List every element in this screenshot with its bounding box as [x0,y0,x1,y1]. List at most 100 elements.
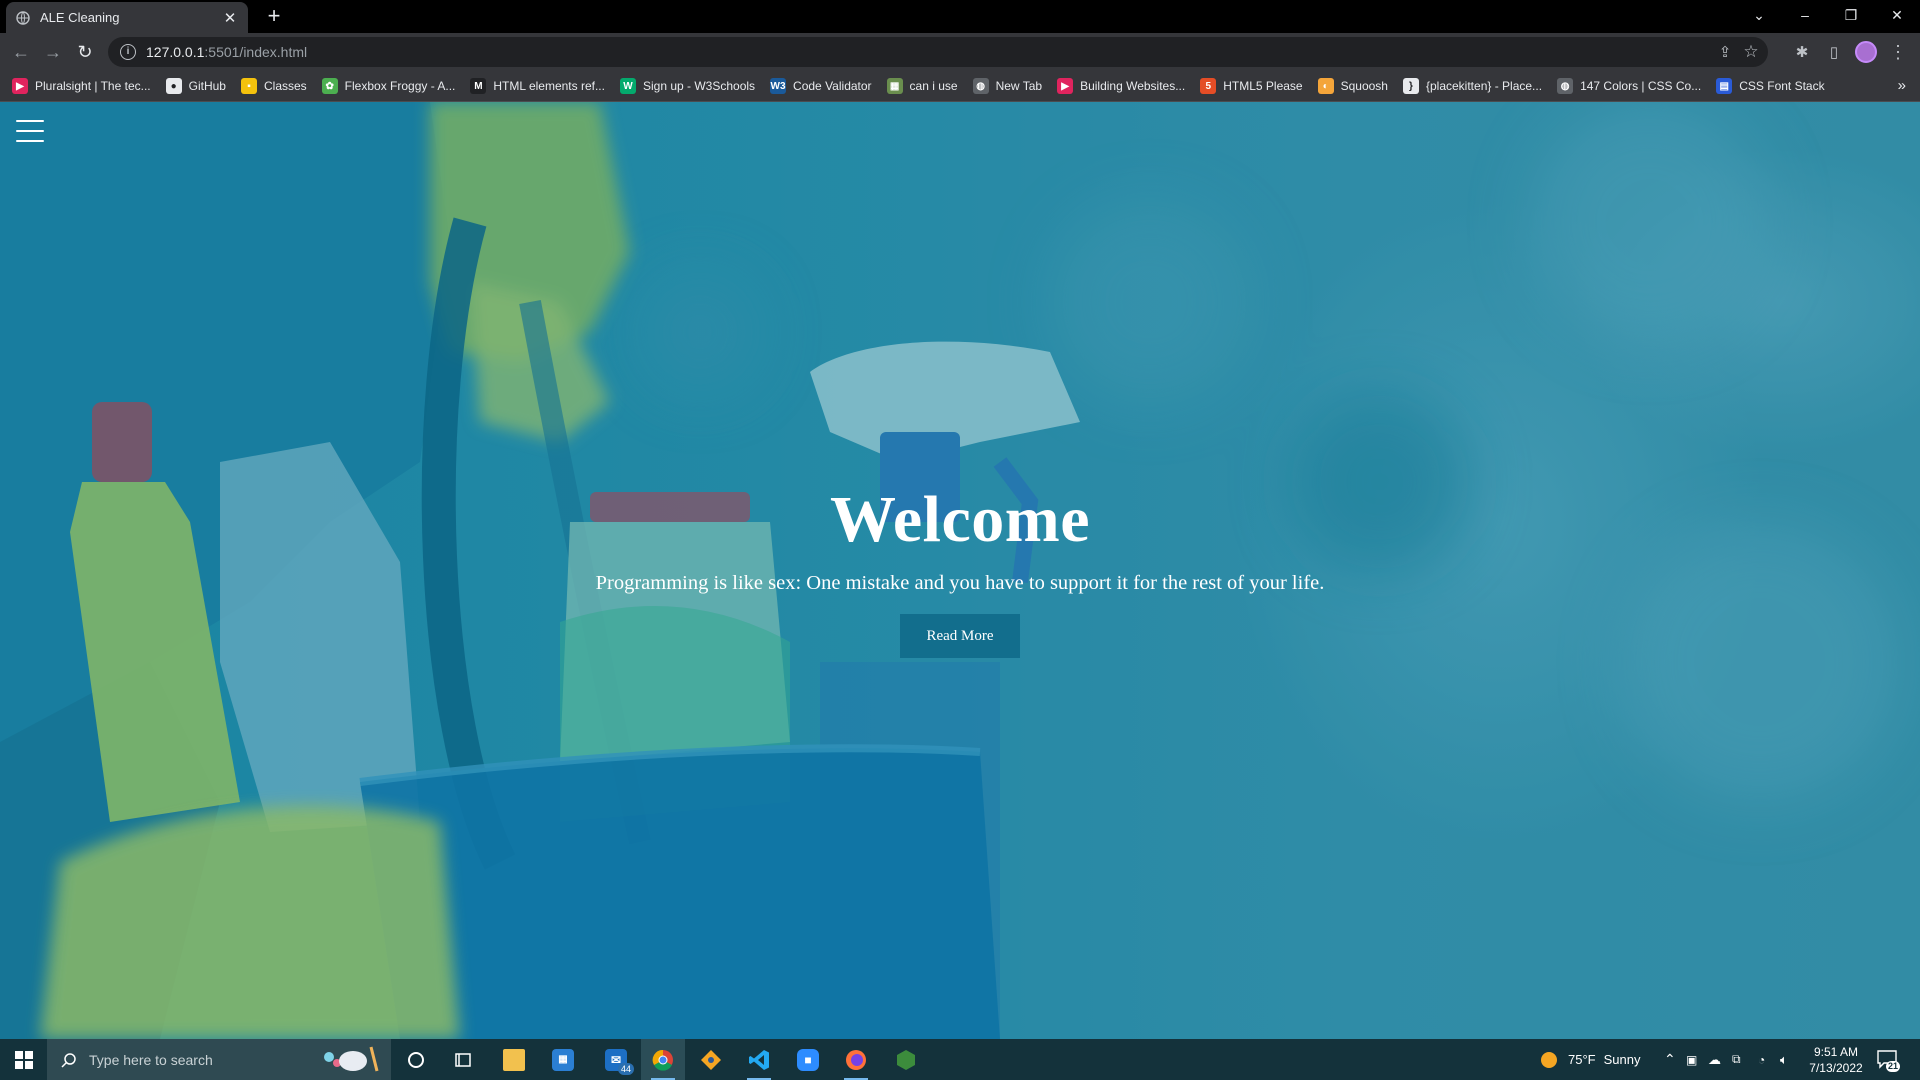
weather-condition: Sunny [1603,1052,1641,1067]
hamburger-menu-icon[interactable] [16,120,44,142]
globe-icon: ◍ [1557,78,1574,94]
reload-button[interactable]: ↻ [73,40,97,64]
bookmark-label: Code Validator [793,79,872,93]
taskbar-search-box[interactable]: Type here to search [47,1039,391,1080]
bookmark-item[interactable]: ◍ New Tab [972,78,1042,94]
start-button[interactable] [0,1039,47,1080]
bookmark-item[interactable]: ◐ Squoosh [1317,78,1388,94]
bookmark-star-icon[interactable]: ☆ [1738,37,1764,67]
vscode-icon [749,1049,769,1070]
bookmark-item[interactable]: M HTML elements ref... [470,78,605,94]
chrome-button[interactable] [641,1039,685,1080]
bookmark-item[interactable]: ● GitHub [165,78,226,94]
new-tab-button[interactable]: + [262,5,286,29]
html5-icon: 5 [1200,78,1217,94]
bookmark-label: Sign up - W3Schools [642,79,756,93]
bookmarks-bar: ▶ Pluralsight | The tec... ● GitHub ▪ Classes… [0,71,1920,102]
hamburger-line [16,120,44,122]
folder-icon [503,1048,525,1071]
cortana-button[interactable] [394,1039,438,1080]
task-view-button[interactable] [441,1039,485,1080]
vscode-button[interactable] [737,1039,781,1080]
bookmark-label: CSS Font Stack [1739,79,1825,93]
microsoft-store-button[interactable]: ▦ [541,1039,585,1080]
w3schools-icon: W [619,78,636,94]
bookmark-item[interactable]: ▤ CSS Font Stack [1716,78,1825,94]
clock-time: 9:51 AM [1813,1045,1859,1059]
bookmark-item[interactable]: } {placekitten} - Place... [1402,78,1543,94]
firefox-button[interactable] [834,1039,878,1080]
browser-tab[interactable]: ALE Cleaning ✕ [6,2,248,33]
notification-center-button[interactable]: 21 [1876,1048,1900,1072]
globe-icon: ◍ [972,78,989,94]
url-path: :5501/index.html [204,44,308,60]
network-share-icon[interactable]: ⧉ [1732,1039,1741,1080]
site-info-icon[interactable]: i [120,44,136,60]
close-window-button[interactable]: ✕ [1874,0,1920,30]
meet-now-icon[interactable]: ▣ [1686,1039,1697,1080]
bookmark-label: Squoosh [1340,79,1388,93]
chrome-icon [652,1049,673,1071]
bookmark-item[interactable]: ▶ Building Websites... [1057,78,1185,94]
wifi-icon[interactable]: ◔ [1758,1039,1765,1080]
github-icon: ● [165,78,182,94]
file-explorer-button[interactable] [492,1039,536,1080]
bookmark-item[interactable]: W3 Code Validator [770,78,872,94]
bookmark-item[interactable]: ◍ 147 Colors | CSS Co... [1557,78,1701,94]
minimize-button[interactable]: – [1782,0,1828,30]
bookmark-item[interactable]: W Sign up - W3Schools [619,78,756,94]
task-view-icon [455,1052,471,1067]
more-bookmarks-button[interactable]: » [1898,77,1906,94]
hero-title: Welcome [829,483,1091,556]
extensions-icon[interactable]: ✱ [1790,40,1814,64]
bookmark-item[interactable]: ✿ Flexbox Froggy - A... [321,78,456,94]
bookmark-label: Flexbox Froggy - A... [344,79,456,93]
placekitten-icon: } [1402,78,1419,94]
bookmark-item[interactable]: 5 HTML5 Please [1200,78,1303,94]
address-bar[interactable]: i 127.0.0.1:5501/index.html ⇪ ☆ [108,37,1768,67]
back-button[interactable]: ← [9,40,33,64]
globe-icon [16,10,30,25]
system-clock[interactable]: 9:51 AM 7/13/2022 [1800,1044,1872,1076]
weather-widget[interactable]: 75°F Sunny [1540,1039,1640,1080]
side-panel-icon[interactable]: ▯ [1822,40,1846,64]
windows-logo-icon [14,1050,33,1069]
chrome-menu-icon[interactable]: ⋮ [1886,40,1910,64]
read-more-button[interactable]: Read More [900,614,1020,658]
mail-button[interactable]: ✉ 44 [594,1039,638,1080]
tab-title: ALE Cleaning [40,10,120,25]
volume-icon[interactable]: 🔈︎ [1780,1039,1788,1080]
tab-search-button[interactable]: ⌄ [1736,0,1782,30]
cortana-icon [408,1051,424,1068]
tab-strip: ALE Cleaning ✕ + ⌄ – ❐ ✕ [0,0,1920,33]
nodejs-button[interactable] [884,1039,928,1080]
browser-toolbar: ← → ↻ i 127.0.0.1:5501/index.html ⇪ ☆ ✱ … [0,33,1920,71]
bookmark-label: Classes [263,79,307,93]
bookmark-item[interactable]: ▶ Pluralsight | The tec... [12,78,151,94]
clock-date: 7/13/2022 [1809,1061,1863,1075]
page-viewport: Welcome Programming is like sex: One mis… [0,102,1920,1039]
bookmark-label: 147 Colors | CSS Co... [1580,79,1702,93]
fontstack-icon: ▤ [1716,78,1733,94]
course-icon: ▶ [1057,78,1074,94]
bookmark-label: Pluralsight | The tec... [35,79,151,93]
zoom-button[interactable]: ■ [786,1039,830,1080]
bookmark-item[interactable]: ▪ Classes [240,78,307,94]
zoom-icon: ■ [797,1048,819,1071]
profile-avatar[interactable] [1855,41,1877,63]
restore-button[interactable]: ❐ [1828,0,1874,30]
firefox-icon [846,1049,866,1070]
git-app-button[interactable] [689,1039,733,1080]
forward-button[interactable]: → [41,40,65,64]
hamburger-line [16,130,44,132]
bookmark-item[interactable]: ▦ can i use [886,78,958,94]
url-host: 127.0.0.1 [146,44,205,60]
share-icon[interactable]: ⇪ [1712,37,1738,67]
hero-section: Welcome Programming is like sex: One mis… [0,482,1920,658]
bookmark-label: {placekitten} - Place... [1425,79,1543,93]
bookmark-label: Building Websites... [1080,79,1186,93]
show-hidden-icons-button[interactable]: ⌃ [1664,1039,1676,1080]
onedrive-icon[interactable]: ☁ [1708,1039,1721,1080]
tab-close-button[interactable]: ✕ [222,9,238,27]
hexagon-icon [897,1049,915,1070]
